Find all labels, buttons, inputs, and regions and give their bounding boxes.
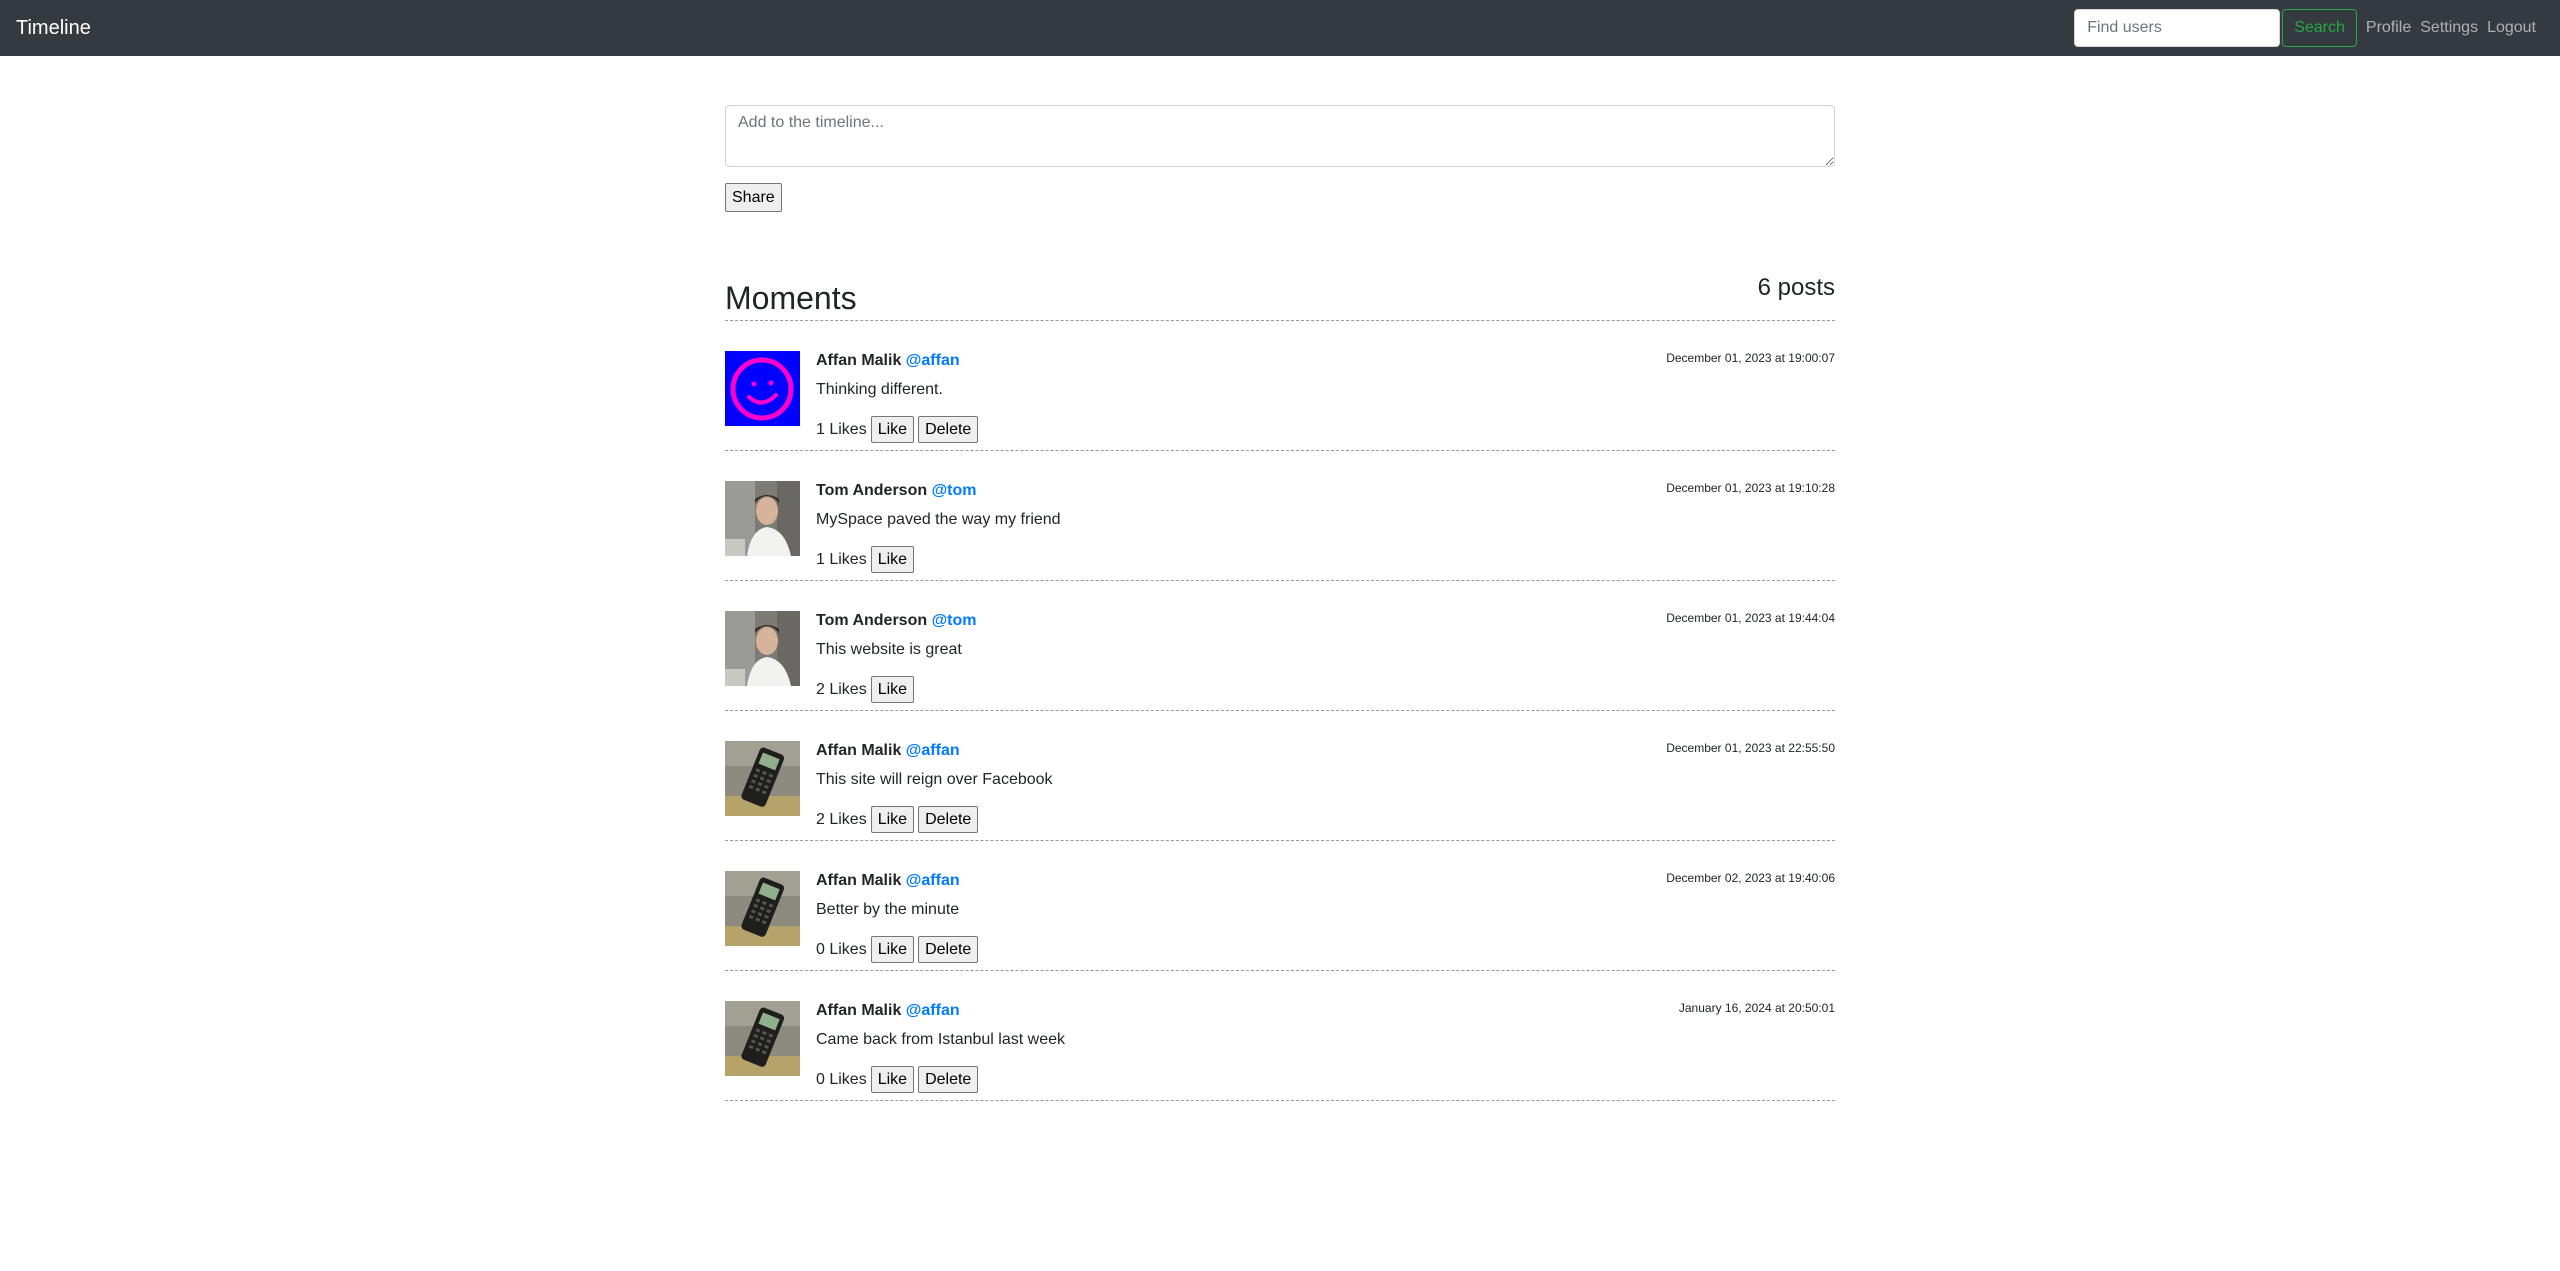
nav-link-logout[interactable]: Logout	[2487, 19, 2536, 37]
post-actions: 0 Likes Like Delete	[816, 936, 1835, 963]
avatar[interactable]	[725, 871, 800, 954]
delete-button[interactable]: Delete	[918, 936, 979, 963]
post-timestamp: December 02, 2023 at 19:40:06	[1666, 871, 1835, 885]
like-count: 2 Likes	[816, 810, 867, 828]
post-content: Came back from Istanbul last week	[816, 1031, 1065, 1048]
like-count: 1 Likes	[816, 550, 867, 568]
post-timestamp: December 01, 2023 at 19:10:28	[1666, 481, 1835, 495]
top-navbar: Timeline Search Profile Settings Logout	[0, 0, 2560, 56]
calculator-photo-icon	[725, 871, 800, 946]
post-handle[interactable]: @affan	[906, 352, 960, 369]
like-count: 0 Likes	[816, 940, 867, 958]
post-actions: 0 Likes Like Delete	[816, 1066, 1835, 1093]
smiley-icon	[725, 351, 800, 426]
post-item: Tom Anderson @tom This website is great …	[725, 581, 1835, 711]
like-button[interactable]: Like	[870, 546, 915, 573]
post-handle[interactable]: @affan	[906, 1002, 960, 1019]
post-timestamp: January 16, 2024 at 20:50:01	[1678, 1001, 1835, 1015]
timeline-composer[interactable]	[725, 105, 1835, 167]
like-button[interactable]: Like	[870, 1066, 915, 1093]
post-item: Tom Anderson @tom MySpace paved the way …	[725, 451, 1835, 581]
avatar[interactable]	[725, 481, 800, 564]
post-actions: 2 Likes Like Delete	[816, 806, 1835, 833]
like-button[interactable]: Like	[870, 936, 915, 963]
post-actions: 2 Likes Like	[816, 676, 1835, 703]
delete-button[interactable]: Delete	[918, 1066, 979, 1093]
like-button[interactable]: Like	[870, 676, 915, 703]
post-content: This website is great	[816, 641, 962, 658]
person-photo-icon	[725, 481, 800, 556]
post-item: Affan Malik @affan Better by the minute …	[725, 841, 1835, 971]
post-actions: 1 Likes Like Delete	[816, 416, 1835, 443]
post-author: Tom Anderson	[816, 612, 928, 629]
post-content: Thinking different.	[816, 381, 943, 398]
delete-button[interactable]: Delete	[918, 416, 979, 443]
brand-link[interactable]: Timeline	[16, 17, 91, 40]
calculator-photo-icon	[725, 1001, 800, 1076]
like-button[interactable]: Like	[870, 416, 915, 443]
calculator-photo-icon	[725, 741, 800, 816]
post-author: Tom Anderson	[816, 482, 928, 499]
share-button[interactable]: Share	[725, 183, 782, 212]
avatar[interactable]	[725, 741, 800, 824]
find-users-input[interactable]	[2074, 9, 2281, 47]
post-item: Affan Malik @affan Came back from Istanb…	[725, 971, 1835, 1101]
post-content: This site will reign over Facebook	[816, 771, 1053, 788]
person-photo-icon	[725, 611, 800, 686]
like-count: 0 Likes	[816, 1070, 867, 1088]
post-author: Affan Malik	[816, 352, 902, 369]
post-count: 6 posts	[1757, 274, 1835, 301]
post-author: Affan Malik	[816, 1002, 902, 1019]
post-content: Better by the minute	[816, 901, 960, 918]
delete-button[interactable]: Delete	[918, 806, 979, 833]
post-handle[interactable]: @tom	[932, 482, 977, 499]
post-author: Affan Malik	[816, 872, 902, 889]
search-button[interactable]: Search	[2282, 9, 2357, 47]
post-content: MySpace paved the way my friend	[816, 511, 1061, 528]
post-item: Affan Malik @affan This site will reign …	[725, 711, 1835, 841]
feed-header: Moments 6 posts	[725, 276, 1835, 321]
nav-link-profile[interactable]: Profile	[2366, 19, 2411, 37]
feed-title: Moments	[725, 280, 857, 316]
post-handle[interactable]: @affan	[906, 742, 960, 759]
post-timestamp: December 01, 2023 at 19:00:07	[1666, 351, 1835, 365]
like-count: 2 Likes	[816, 680, 867, 698]
nav-link-settings[interactable]: Settings	[2420, 19, 2478, 37]
avatar[interactable]	[725, 611, 800, 694]
like-count: 1 Likes	[816, 420, 867, 438]
post-handle[interactable]: @affan	[906, 872, 960, 889]
post-author: Affan Malik	[816, 742, 902, 759]
avatar[interactable]	[725, 351, 800, 434]
post-list: Affan Malik @affan Thinking different. 1…	[725, 321, 1835, 1101]
post-handle[interactable]: @tom	[932, 612, 977, 629]
main-content: Share Moments 6 posts Affan Malik @affan…	[725, 105, 1835, 1101]
avatar[interactable]	[725, 1001, 800, 1084]
post-timestamp: December 01, 2023 at 22:55:50	[1666, 741, 1835, 755]
post-item: Affan Malik @affan Thinking different. 1…	[725, 321, 1835, 451]
post-timestamp: December 01, 2023 at 19:44:04	[1666, 611, 1835, 625]
nav-right: Search Profile Settings Logout	[2074, 9, 2544, 47]
like-button[interactable]: Like	[870, 806, 915, 833]
post-actions: 1 Likes Like	[816, 546, 1835, 573]
